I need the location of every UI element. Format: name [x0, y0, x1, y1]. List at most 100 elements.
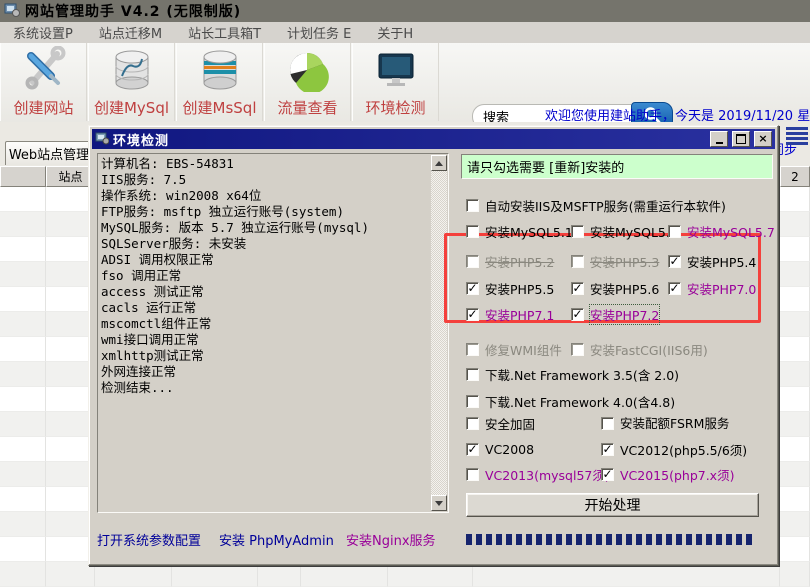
- log-scrollbar[interactable]: [431, 155, 447, 511]
- close-icon: ×: [758, 134, 767, 144]
- checkbox-row: ✓安装PHP7.1✓安装PHP7.2: [466, 305, 668, 324]
- checkbox-label: 安装PHP5.6: [590, 279, 659, 298]
- maximize-button[interactable]: [732, 131, 750, 147]
- tools-icon: [21, 46, 67, 95]
- checkbox-label: 安装PHP5.4: [687, 252, 756, 271]
- checkbox-label: 安装配额FSRM服务: [620, 417, 748, 430]
- table-cell: [780, 437, 810, 462]
- dialog-link[interactable]: 安装 PhpMyAdmin: [219, 530, 334, 549]
- checkbox-php-3[interactable]: ✓ 安装PHP5.5: [466, 279, 571, 298]
- checkbox-checked-icon[interactable]: ✓: [466, 282, 479, 295]
- checkbox-unchecked-icon[interactable]: [668, 225, 681, 238]
- menu-item[interactable]: 系统设置P: [0, 21, 86, 44]
- table-cell: [0, 187, 46, 212]
- checkbox-php-4[interactable]: ✓ 安装PHP5.6: [571, 279, 668, 298]
- checkbox-mysql-2[interactable]: 安装MySQL5.7: [668, 222, 775, 241]
- checkbox-row: 自动安装IIS及MSFTP服务(需重运行本软件): [466, 196, 726, 215]
- blue-stripes-decoration: [786, 127, 808, 147]
- close-button[interactable]: ×: [754, 131, 772, 147]
- checkbox-checked-icon[interactable]: ✓: [668, 255, 681, 268]
- checkbox-label: 安装PHP5.2: [485, 252, 554, 271]
- table-cell: [0, 387, 46, 412]
- tab-web-site-manage[interactable]: Web站点管理: [5, 141, 93, 165]
- checkbox-unchecked-icon[interactable]: [466, 417, 479, 430]
- menu-item[interactable]: 站点迁移M: [86, 21, 175, 44]
- app-icon: [4, 2, 20, 21]
- toolbar-button[interactable]: 环境检测: [352, 43, 439, 121]
- toolbar-button-label: 流量查看: [277, 97, 337, 118]
- toolbar-button[interactable]: 创建MsSql: [176, 43, 263, 121]
- toolbar-button[interactable]: 创建MySql: [88, 43, 175, 121]
- toolbar-button[interactable]: 流量查看: [264, 43, 351, 121]
- table-cell: [0, 287, 46, 312]
- env-check-dialog: 环境检测 × 计算机名: EBS-54831 IIS服务: 7.5 操作系统: …: [88, 125, 779, 566]
- table-cell: [780, 412, 810, 437]
- checkbox-vc-2[interactable]: VC2013(mysql57须): [466, 465, 601, 484]
- dialog-link[interactable]: 打开系统参数配置: [97, 530, 201, 549]
- checkbox-security-1[interactable]: 安装配额FSRM服务: [601, 417, 761, 430]
- checkbox-php-6[interactable]: ✓安装PHP7.1: [466, 305, 571, 324]
- checkbox-checked-icon[interactable]: ✓: [601, 468, 614, 481]
- checkbox-security-0[interactable]: 安全加固: [466, 414, 601, 433]
- checkbox-checked-icon[interactable]: ✓: [668, 282, 681, 295]
- checkbox-checked-icon[interactable]: ✓: [466, 308, 479, 321]
- checkbox-checked-icon[interactable]: ✓: [601, 443, 614, 456]
- checkbox-unchecked-icon[interactable]: [466, 199, 479, 212]
- table-header-cell[interactable]: [0, 166, 46, 187]
- checkbox-php-7[interactable]: ✓安装PHP7.2: [571, 305, 668, 324]
- checkbox-unchecked-icon[interactable]: [466, 468, 479, 481]
- toolbar-button[interactable]: 创建网站: [0, 43, 87, 121]
- checkbox-unchecked-icon[interactable]: [601, 417, 614, 430]
- table-cell: [0, 262, 46, 287]
- minimize-button[interactable]: [710, 131, 728, 147]
- dialog-link[interactable]: 安装Nginx服务: [346, 530, 436, 549]
- table-cell: [0, 437, 46, 462]
- checkbox-vc-1[interactable]: ✓VC2012(php5.5/6须): [601, 440, 747, 459]
- table-cell: [780, 487, 810, 512]
- checkbox-iis-0[interactable]: 自动安装IIS及MSFTP服务(需重运行本软件): [466, 196, 726, 215]
- checkbox-php-5[interactable]: ✓安装PHP7.0: [668, 279, 756, 298]
- checkbox-label: 安装MySQL5.1: [485, 222, 573, 241]
- checkbox-unchecked-icon[interactable]: [466, 225, 479, 238]
- menu-item[interactable]: 计划任务 E: [274, 21, 364, 44]
- checkbox-net-0[interactable]: 下载.Net Framework 3.5(含 2.0): [466, 365, 679, 384]
- checkbox-unchecked-icon[interactable]: [571, 225, 584, 238]
- checkbox-vc-3[interactable]: ✓VC2015(php7.x须): [601, 465, 734, 484]
- table-cell: [780, 512, 810, 537]
- checkbox-mysql-1[interactable]: 安装MySQL5.6: [571, 222, 668, 241]
- mysql-database-icon: [109, 46, 155, 95]
- dialog-titlebar[interactable]: 环境检测 ×: [92, 129, 775, 149]
- toolbar-button-label: 创建MySql: [94, 97, 169, 118]
- checkbox-row: ✓ 安装PHP5.5 ✓ 安装PHP5.6 ✓安装PHP7.0: [466, 279, 756, 298]
- main-titlebar: 网站管理助手 V4.2 (无限制版): [0, 0, 810, 22]
- checkbox-mysql-0[interactable]: 安装MySQL5.1: [466, 222, 571, 241]
- checkbox-checked-icon[interactable]: ✓: [571, 308, 584, 321]
- checkbox-php-2[interactable]: ✓ 安装PHP5.4: [668, 252, 756, 271]
- table-cell: [780, 212, 810, 237]
- checkbox-label: 安装PHP5.5: [485, 279, 554, 298]
- table-cell: [780, 362, 810, 387]
- table-cell: [0, 562, 46, 587]
- table-cell: [0, 362, 46, 387]
- table-header-cell[interactable]: 2: [780, 166, 810, 187]
- checkbox-net-1[interactable]: 下载.Net Framework 4.0(含4.8): [466, 392, 675, 411]
- checkbox-checked-icon[interactable]: ✓: [466, 443, 479, 456]
- checkbox-unchecked-icon[interactable]: [466, 395, 479, 408]
- table-cell: [0, 237, 46, 262]
- menu-item[interactable]: 站长工具箱T: [175, 21, 274, 44]
- checkbox-checked-icon[interactable]: ✓: [571, 282, 584, 295]
- table-cell: [780, 237, 810, 262]
- progress-dashes: [466, 534, 756, 545]
- toolbar-button-label: 创建网站: [13, 97, 73, 118]
- checkbox-repair-1: 安装FastCGI(IIS6用): [571, 340, 708, 359]
- window-title: 网站管理助手 V4.2 (无限制版): [25, 1, 241, 21]
- checkbox-vc-0[interactable]: ✓VC2008: [466, 442, 601, 457]
- scroll-up-button[interactable]: [431, 155, 447, 171]
- table-cell: [0, 412, 46, 437]
- checkbox-row: 安全加固 安装配额FSRM服务: [466, 414, 761, 433]
- menu-item[interactable]: 关于H: [364, 21, 426, 44]
- checkbox-unchecked-icon[interactable]: [466, 368, 479, 381]
- start-process-button[interactable]: 开始处理: [466, 493, 759, 517]
- table-cell: [780, 287, 810, 312]
- scroll-down-button[interactable]: [431, 495, 447, 511]
